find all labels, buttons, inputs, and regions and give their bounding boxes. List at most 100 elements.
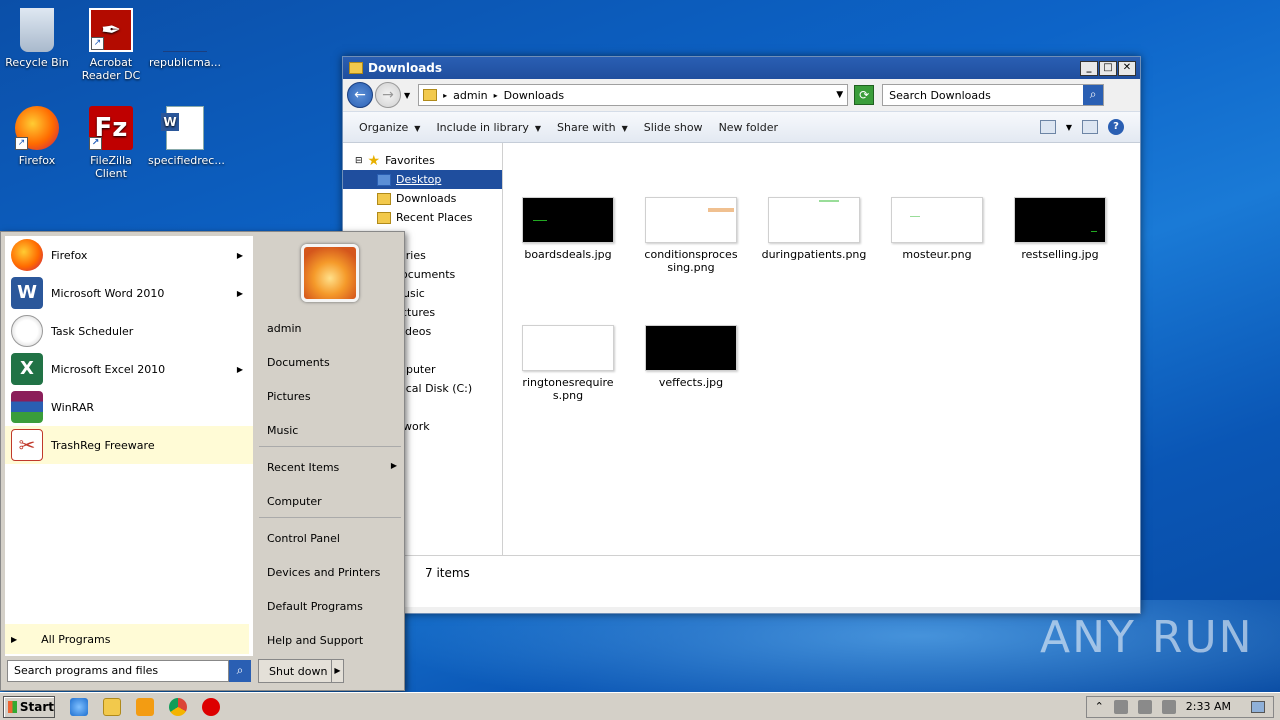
file-item[interactable]: ringtonesrequires.png [513,325,623,402]
start-button[interactable]: Start [3,695,55,718]
desktop-icon-label: Acrobat Reader DC [81,56,141,82]
close-button[interactable]: ✕ [1118,60,1136,76]
user-avatar[interactable] [301,244,359,302]
back-button[interactable]: ← [347,82,373,108]
start-item-excel[interactable]: X Microsoft Excel 2010 ▶ [5,350,253,388]
anyrun-watermark: ANY RUN [1040,612,1254,663]
internet-explorer-icon[interactable] [70,697,88,716]
explorer-window: Downloads _ □ ✕ ← → ▼ ▸ admin ▸ Download… [342,56,1141,614]
recent-places-icon [377,211,391,224]
start-item-trashreg[interactable]: ✂ TrashReg Freeware [5,426,253,464]
nav-favorites[interactable]: ⊟ ★ Favorites [343,151,502,170]
start-places-pane: admin Documents Pictures Music Recent It… [257,236,403,656]
all-programs-button[interactable]: ▶ All Programs [5,624,249,654]
desktop-icon-acrobat[interactable]: ✒ ↗ Acrobat Reader DC [74,8,148,82]
desktop-icon-firefox[interactable]: ↗ Firefox [0,106,74,167]
address-bar-row: ← → ▼ ▸ admin ▸ Downloads ▼ ⟳ Search Dow… [343,79,1140,111]
show-hidden-icons-icon[interactable]: ⌃ [1095,700,1104,713]
start-item-firefox[interactable]: Firefox ▶ [5,236,253,274]
action-center-flag-icon[interactable] [1161,699,1176,714]
view-options-icon[interactable] [1039,120,1056,134]
address-dropdown-icon[interactable]: ▼ [836,90,843,100]
slide-show-button[interactable]: Slide show [636,121,711,134]
start-link-admin[interactable]: admin [267,322,301,335]
start-link-pictures[interactable]: Pictures [267,390,311,403]
new-folder-button[interactable]: New folder [711,121,786,134]
preview-pane-icon[interactable] [1082,120,1098,134]
shutdown-options-icon[interactable]: ▶ [331,660,343,682]
address-bar[interactable]: ▸ admin ▸ Downloads ▼ [418,84,849,106]
desktop-icon-label: republicma... [148,56,222,69]
file-item[interactable]: veffects.jpg [636,325,746,389]
forward-button[interactable]: → [375,82,401,108]
start-item-task-scheduler[interactable]: Task Scheduler [5,312,253,350]
view-dropdown-icon[interactable]: ▼ [1066,123,1072,132]
breadcrumb-chevron-icon[interactable]: ▸ [494,91,498,100]
file-list: boardsdeals.jpg conditionsprocessing.png… [503,143,1140,555]
start-link-computer[interactable]: Computer [267,495,322,508]
filezilla-icon: Fz ↗ [89,106,133,150]
image-thumbnail [522,325,614,371]
maximize-button[interactable]: □ [1099,60,1117,76]
desktop-icon-republicma[interactable]: republicma... [148,8,222,69]
network-icon[interactable] [1113,699,1128,714]
desktop-icon-filezilla[interactable]: Fz ↗ FileZilla Client [74,106,148,180]
file-item[interactable]: mosteur.png [882,197,992,261]
start-link-documents[interactable]: Documents [267,356,330,369]
opera-icon[interactable] [202,697,220,716]
nav-recent-places[interactable]: Recent Places [343,208,502,227]
collapse-icon[interactable]: ⊟ [355,156,363,166]
share-with-button[interactable]: Share with ▼ [549,121,636,134]
start-link-help-support[interactable]: Help and Support [267,634,363,647]
start-link-control-panel[interactable]: Control Panel [267,532,340,545]
submenu-arrow-icon: ▶ [236,288,243,298]
clock[interactable]: 2:33 AM [1186,700,1231,713]
chrome-icon[interactable] [169,697,187,716]
organize-button[interactable]: Organize ▼ [351,121,428,134]
file-item[interactable]: restselling.jpg [1005,197,1115,261]
taskbar: Start ⌃ 2:33 AM [0,692,1280,720]
nav-downloads[interactable]: Downloads [343,189,502,208]
search-icon[interactable]: ⌕ [1083,85,1104,105]
nav-desktop[interactable]: Desktop [343,170,502,189]
start-link-default-programs[interactable]: Default Programs [267,600,363,613]
word-icon: W [11,277,43,309]
media-player-icon[interactable] [136,697,154,716]
minimize-button[interactable]: _ [1080,60,1098,76]
volume-icon[interactable] [1137,699,1152,714]
breadcrumb-admin[interactable]: admin [453,89,487,102]
start-item-word[interactable]: W Microsoft Word 2010 ▶ [5,274,253,312]
start-link-music[interactable]: Music [267,424,298,437]
breadcrumb-chevron-icon[interactable]: ▸ [443,91,447,100]
recent-pages-dropdown-icon[interactable]: ▼ [404,91,410,100]
explorer-titlebar[interactable]: Downloads _ □ ✕ [343,57,1140,79]
refresh-button[interactable]: ⟳ [854,85,875,105]
recycle-bin-icon [20,8,54,52]
explorer-taskbar-icon[interactable] [103,697,121,716]
shutdown-button[interactable]: Shut down ▶ [258,659,344,683]
file-item[interactable]: conditionsprocessing.png [636,197,746,274]
image-thumbnail [645,325,737,371]
start-link-recent-items[interactable]: Recent Items ▶ [267,461,397,474]
desktop-icon-specifiedrec[interactable]: W specifiedrec... [148,106,225,167]
include-in-library-button[interactable]: Include in library ▼ [428,121,549,134]
desktop-icon-recycle-bin[interactable]: Recycle Bin [0,8,74,69]
search-input[interactable]: Search Downloads ⌕ [882,84,1105,106]
start-item-winrar[interactable]: WinRAR [5,388,253,426]
winrar-icon [11,391,43,423]
start-menu: Firefox ▶ W Microsoft Word 2010 ▶ Task S… [0,231,405,691]
trashreg-icon: ✂ [11,429,43,461]
start-search-input[interactable]: Search programs and files [7,660,229,682]
search-icon[interactable]: ⌕ [229,660,251,682]
breadcrumb-downloads[interactable]: Downloads [504,89,564,102]
start-link-devices-printers[interactable]: Devices and Printers [267,566,380,579]
document-icon [163,8,207,52]
command-bar: Organize ▼ Include in library ▼ Share with… [343,111,1140,143]
search-placeholder: Search Downloads [889,88,991,102]
file-item[interactable]: duringpatients.png [759,197,869,261]
show-desktop-icon[interactable] [1251,700,1265,713]
help-icon[interactable]: ? [1108,119,1124,135]
divider [259,517,401,518]
file-item[interactable]: boardsdeals.jpg [513,197,623,261]
submenu-arrow-icon: ▶ [236,250,243,260]
